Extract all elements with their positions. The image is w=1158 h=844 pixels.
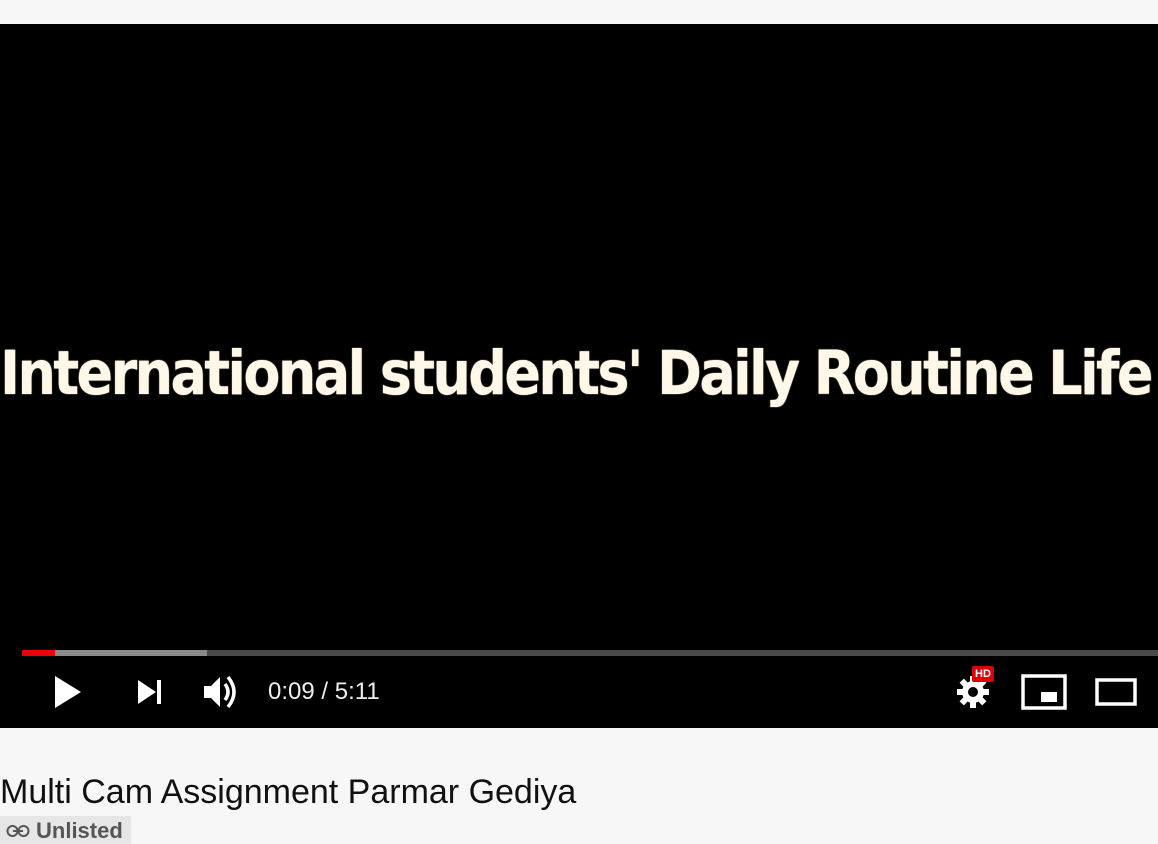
visibility-badge: Unlisted: [0, 816, 131, 844]
play-icon: [55, 676, 81, 708]
visibility-label: Unlisted: [36, 818, 123, 843]
hd-badge: HD: [972, 666, 994, 682]
settings-button[interactable]: HD: [950, 664, 996, 720]
time-total: 5:11: [334, 678, 380, 705]
page: International students' Daily Routine Li…: [0, 0, 1158, 844]
player-controls: 0:09 / 5:11 HD: [0, 664, 1158, 728]
top-strip: [0, 0, 1158, 24]
video-title: Multi Cam Assignment Parmar Gediya: [0, 773, 577, 811]
progress-played: [22, 650, 55, 656]
time-separator: /: [314, 678, 335, 705]
progress-bar[interactable]: [22, 650, 1158, 656]
theater-mode-icon: [1095, 678, 1137, 706]
link-icon: [6, 824, 30, 838]
theater-mode-button[interactable]: [1092, 664, 1140, 720]
next-icon: [138, 680, 161, 704]
video-player[interactable]: International students' Daily Routine Li…: [0, 24, 1158, 728]
miniplayer-button[interactable]: [1020, 664, 1068, 720]
next-button[interactable]: [128, 664, 172, 720]
video-info: Multi Cam Assignment Parmar Gediya Unlis…: [0, 728, 1158, 844]
play-button[interactable]: [44, 664, 92, 720]
miniplayer-icon: [1021, 674, 1067, 710]
video-frame-text: International students' Daily Routine Li…: [0, 338, 1154, 409]
volume-icon: [204, 675, 236, 709]
time-display: 0:09 / 5:11: [268, 676, 380, 708]
time-current: 0:09: [268, 678, 315, 705]
volume-button[interactable]: [196, 664, 244, 720]
